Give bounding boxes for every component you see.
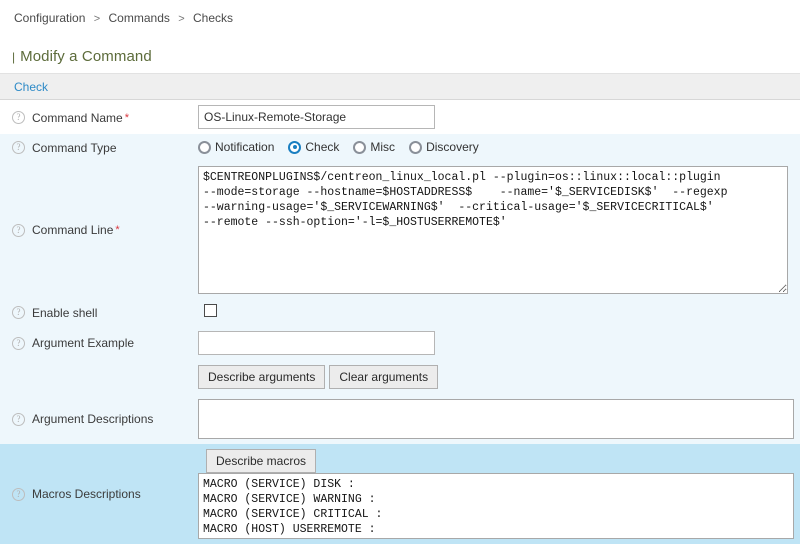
page-title-container: |Modify a Command: [0, 30, 800, 73]
breadcrumb-item-commands[interactable]: Commands: [109, 11, 170, 25]
field-cell-argument-example: [198, 326, 800, 360]
form-row-argument-buttons: Describe argumentsClear arguments: [0, 360, 800, 394]
field-cell-enable-shell: [198, 299, 800, 326]
label-cell-command-line: ? Command Line*: [0, 161, 198, 299]
required-marker: *: [113, 224, 119, 236]
help-icon[interactable]: ?: [12, 111, 25, 124]
label-argument-example: Argument Example: [32, 336, 134, 350]
help-icon[interactable]: ?: [12, 488, 25, 501]
breadcrumb-item-configuration[interactable]: Configuration: [14, 11, 85, 25]
radio-option-notification[interactable]: Notification: [198, 140, 274, 154]
radio-label-check: Check: [305, 140, 339, 154]
label-cell-command-type: ? Command Type: [0, 134, 198, 161]
tab-strip: Check: [0, 73, 800, 100]
label-command-line: Command Line: [32, 223, 113, 237]
label-cell-argument-buttons: [0, 360, 198, 394]
describe-arguments-button[interactable]: Describe arguments: [198, 365, 325, 389]
radio-icon-discovery[interactable]: [409, 141, 422, 154]
clear-arguments-button[interactable]: Clear arguments: [329, 365, 438, 389]
form-row-command-line: ? Command Line* $CENTREONPLUGINS$/centreo…: [0, 161, 800, 299]
radio-option-discovery[interactable]: Discovery: [409, 140, 479, 154]
radio-option-misc[interactable]: Misc: [353, 140, 395, 154]
radio-option-check[interactable]: Check: [288, 140, 339, 154]
field-cell-command-name: [198, 100, 800, 134]
form-row-macros-descriptions: ? Macros Descriptions Describe macros MAC…: [0, 444, 800, 544]
macros-button-row: Describe macros: [198, 449, 792, 473]
form-row-command-type: ? Command Type Notification Check Misc: [0, 134, 800, 161]
argument-example-input[interactable]: [198, 331, 435, 355]
label-enable-shell: Enable shell: [32, 306, 97, 320]
form-row-argument-descriptions: ? Argument Descriptions: [0, 394, 800, 444]
title-bar-glyph: |: [12, 50, 20, 64]
label-cell-argument-descriptions: ? Argument Descriptions: [0, 394, 198, 444]
enable-shell-checkbox[interactable]: [204, 304, 217, 317]
label-cell-macros-descriptions: ? Macros Descriptions: [0, 444, 198, 544]
field-cell-command-line: $CENTREONPLUGINS$/centreon_linux_local.p…: [198, 161, 800, 299]
radio-label-misc: Misc: [370, 140, 395, 154]
field-cell-command-type: Notification Check Misc Discovery: [198, 134, 800, 161]
radio-label-discovery: Discovery: [426, 140, 479, 154]
field-cell-argument-buttons: Describe argumentsClear arguments: [198, 360, 800, 394]
command-line-textarea[interactable]: $CENTREONPLUGINS$/centreon_linux_local.p…: [198, 166, 788, 294]
label-cell-enable-shell: ? Enable shell: [0, 299, 198, 326]
radio-icon-check[interactable]: [288, 141, 301, 154]
label-command-name: Command Name: [32, 110, 123, 124]
command-name-input[interactable]: [198, 105, 435, 129]
command-form: ?Command Name* ?Command Type Notificatio…: [0, 100, 800, 544]
breadcrumb-separator: >: [173, 13, 189, 25]
breadcrumb-separator: >: [89, 13, 105, 25]
radio-icon-misc[interactable]: [353, 141, 366, 154]
breadcrumb-item-checks[interactable]: Checks: [193, 11, 233, 25]
help-icon[interactable]: ?: [12, 141, 25, 154]
macros-descriptions-textarea[interactable]: MACRO (SERVICE) DISK : MACRO (SERVICE) W…: [198, 473, 794, 539]
radio-label-notification: Notification: [215, 140, 274, 154]
radio-icon-notification[interactable]: [198, 141, 211, 154]
field-cell-macros-descriptions: Describe macros MACRO (SERVICE) DISK : M…: [198, 444, 800, 544]
breadcrumb: Configuration > Commands > Checks: [0, 0, 800, 30]
help-icon[interactable]: ?: [12, 306, 25, 319]
label-argument-descriptions: Argument Descriptions: [32, 412, 153, 426]
form-row-command-name: ? Command Name*: [0, 100, 800, 134]
form-row-enable-shell: ? Enable shell: [0, 299, 800, 326]
label-cell-argument-example: ? Argument Example: [0, 326, 198, 360]
help-icon[interactable]: ?: [12, 413, 25, 426]
label-command-type: Command Type: [32, 141, 117, 155]
required-marker: *: [123, 112, 129, 124]
label-macros-descriptions: Macros Descriptions: [32, 487, 141, 501]
argument-descriptions-textarea[interactable]: [198, 399, 794, 439]
field-cell-argument-descriptions: [198, 394, 800, 444]
command-type-radio-group: Notification Check Misc Discovery: [198, 140, 792, 154]
describe-macros-button[interactable]: Describe macros: [206, 449, 316, 473]
tab-check[interactable]: Check: [12, 74, 50, 100]
help-icon[interactable]: ?: [12, 224, 25, 237]
help-icon[interactable]: ?: [12, 337, 25, 350]
form-row-argument-example: ? Argument Example: [0, 326, 800, 360]
page-title: Modify a Command: [20, 48, 152, 65]
label-cell-command-name: ? Command Name*: [0, 100, 198, 134]
